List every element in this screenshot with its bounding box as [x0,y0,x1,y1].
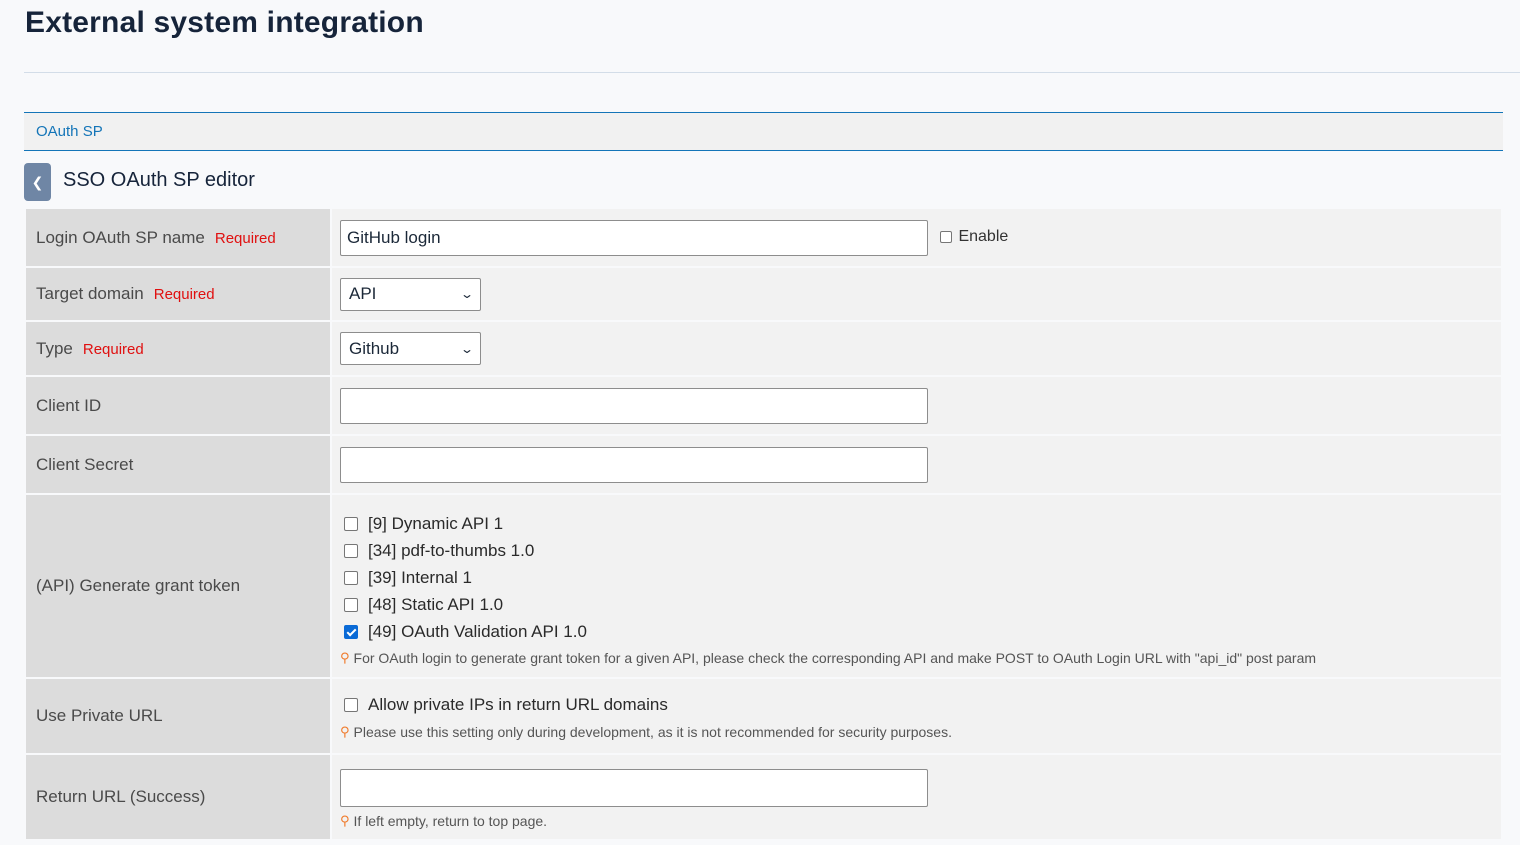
api-option[interactable]: [34] pdf-to-thumbs 1.0 [340,538,1501,565]
api-checkbox[interactable] [344,571,358,585]
api-checkbox[interactable] [344,598,358,612]
api-option[interactable]: [39] Internal 1 [340,565,1501,592]
client-secret-input[interactable] [340,446,928,483]
field-label: Return URL (Success) [26,755,330,839]
lightbulb-icon: ⚲ [340,649,350,665]
api-option[interactable]: [9] Dynamic API 1 [340,511,1501,538]
private-url-checkbox[interactable] [344,698,358,712]
section-title: OAuth SP [36,123,103,140]
chevron-left-icon: ❮ [31,173,44,190]
enable-checkbox[interactable] [940,230,953,243]
api-checkbox[interactable] [344,544,358,558]
hint-text: ⚲ If left empty, return to top page. [340,813,548,829]
api-option[interactable]: [49] OAuth Validation API 1.0 [340,619,1501,646]
title-divider [24,72,1520,73]
required-badge: Required [153,286,215,303]
hint-text: ⚲ Please use this setting only during de… [340,724,952,740]
chevron-down-icon: ⌄ [459,287,475,301]
sp-editor-form: Login OAuth SP nameRequired Enable Targe… [24,207,1503,841]
row-sp-name: Login OAuth SP nameRequired Enable [26,209,1501,266]
row-private-url: Use Private URL Allow private IPs in ret… [26,679,1501,753]
lightbulb-icon: ⚲ [340,813,350,828]
row-grant-token: (API) Generate grant token [9] Dynamic A… [26,495,1501,677]
client-id-input[interactable] [340,387,928,424]
target-domain-select[interactable]: API ⌄ [340,277,481,311]
hint-text: ⚲ For OAuth login to generate grant toke… [340,649,1317,666]
chevron-down-icon: ⌄ [459,341,475,356]
api-checkbox[interactable] [344,517,358,531]
row-client-secret: Client Secret [26,436,1501,493]
private-url-option[interactable]: Allow private IPs in return URL domains [340,692,1501,718]
field-label: Login OAuth SP name Required [26,209,330,266]
api-checkbox[interactable] [344,625,358,639]
field-label: Target domain Required [26,268,330,320]
field-label: Use Private URL [26,679,330,753]
lightbulb-icon: ⚲ [340,724,350,739]
editor-title: SSO OAuth SP editor [63,169,255,191]
api-checkbox-list: [9] Dynamic API 1 [34] pdf-to-thumbs 1.0… [340,501,1501,672]
back-button[interactable]: ❮ [24,163,51,201]
field-label: (API) Generate grant token [26,495,330,677]
api-option[interactable]: [48] Static API 1.0 [340,592,1501,619]
field-label: Client ID [26,377,330,434]
row-type: Type Required Github ⌄ [26,322,1501,375]
return-url-input[interactable] [340,769,928,807]
enable-label: Enable [958,227,1009,245]
sp-name-input[interactable] [340,219,928,256]
row-target-domain: Target domain Required API ⌄ [26,268,1501,320]
row-return-url: Return URL (Success) ⚲ If left empty, re… [26,755,1501,839]
required-badge: Required [82,340,144,358]
page-title: External system integration [25,6,424,39]
section-header: OAuth SP [24,112,1503,151]
required-badge: Required [214,229,276,247]
type-select[interactable]: Github ⌄ [340,332,481,365]
enable-checkbox-wrap[interactable]: Enable [940,228,1008,246]
field-label: Client Secret [26,436,330,493]
row-client-id: Client ID [26,377,1501,434]
field-label: Type Required [26,322,330,375]
